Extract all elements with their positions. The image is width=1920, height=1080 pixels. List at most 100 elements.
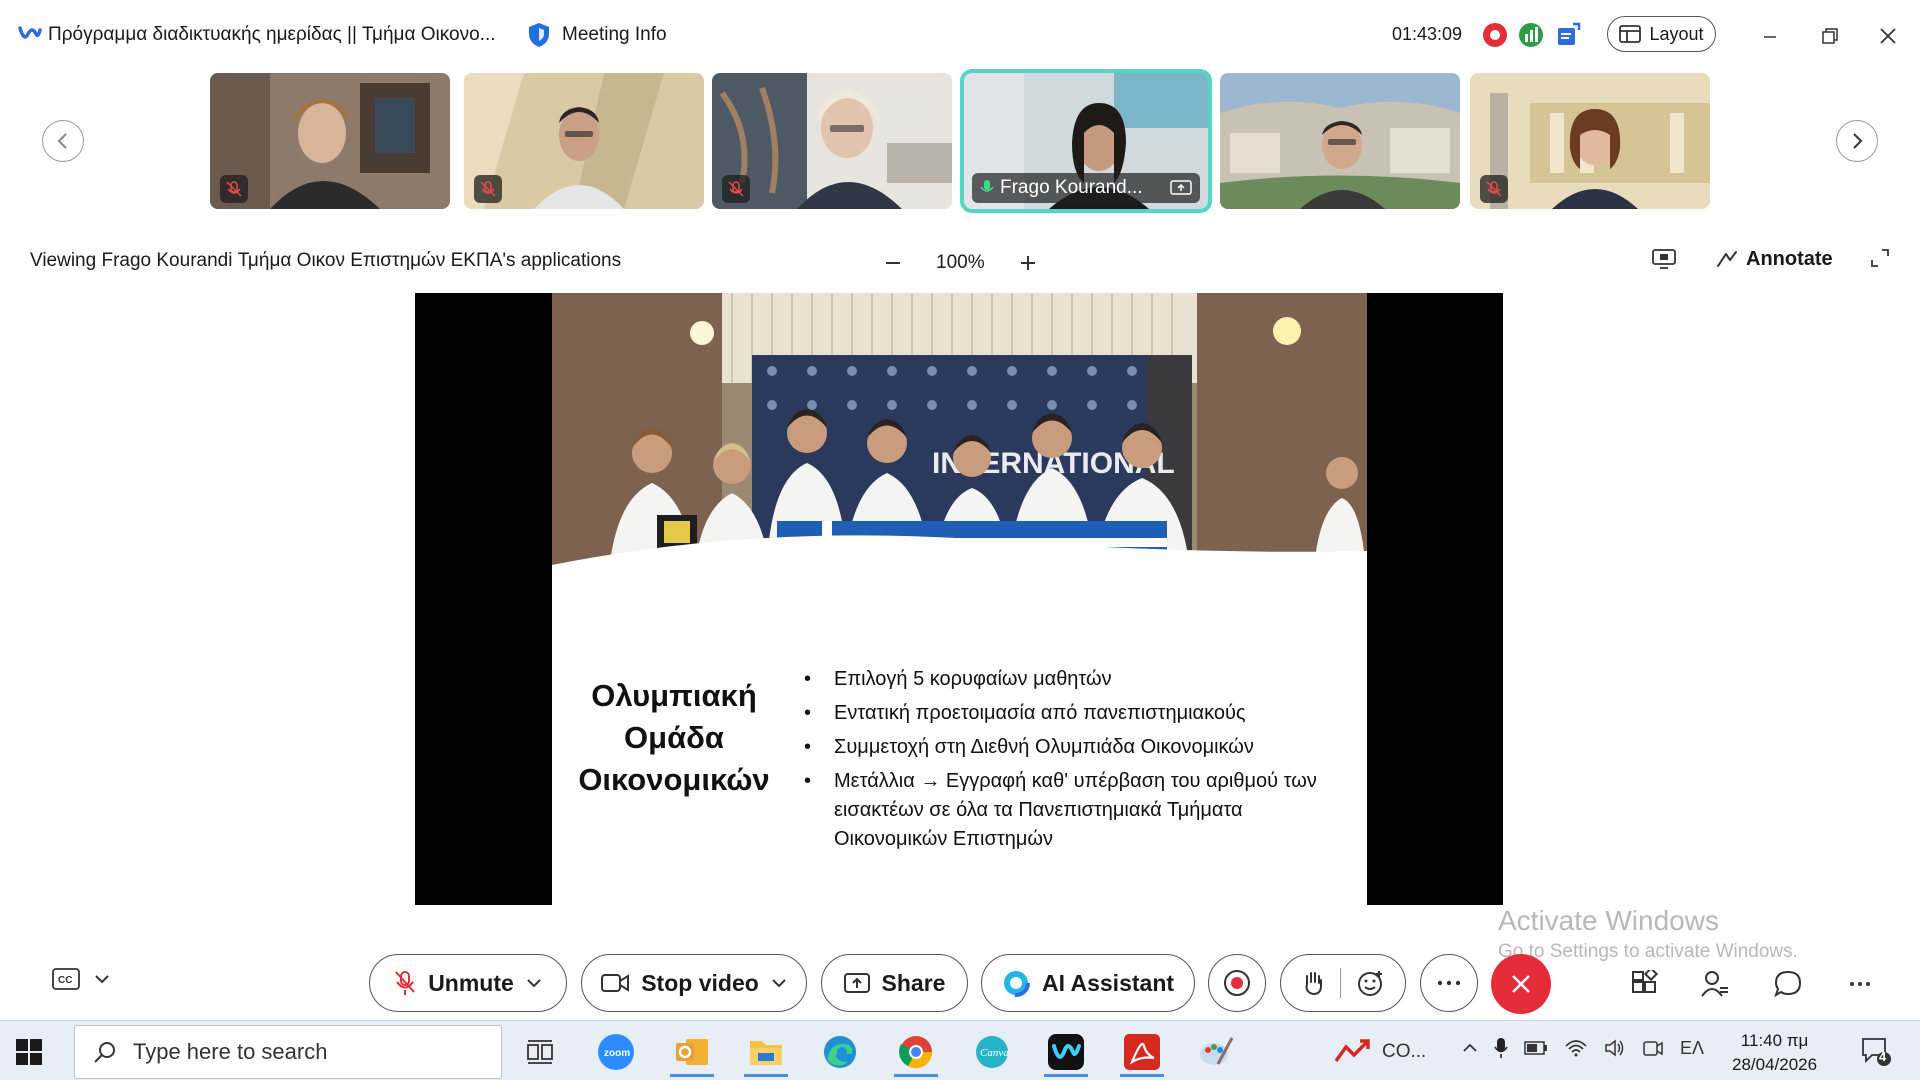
- slide-bullet: Εντατική προετοιμασία από πανεπιστημιακο…: [804, 699, 1349, 728]
- chart-trend-icon: [1334, 1039, 1370, 1063]
- slide-bullet-list: Επιλογή 5 κορυφαίων μαθητών Εντατική προ…: [804, 665, 1349, 859]
- chevron-up-icon[interactable]: [1462, 1043, 1478, 1053]
- share-button[interactable]: Share: [821, 954, 968, 1012]
- emoji-reaction-icon[interactable]: [1357, 969, 1385, 997]
- apps-icon: [1632, 970, 1659, 993]
- layout-button[interactable]: Layout: [1607, 16, 1716, 52]
- slide-bullet: Συμμετοχή στη Διεθνή Ολυμπιάδα Οικονομικ…: [804, 733, 1349, 762]
- file-explorer-icon[interactable]: [734, 1027, 798, 1077]
- canva-app-icon[interactable]: Canva: [960, 1027, 1024, 1077]
- pinned-item[interactable]: CO...: [1334, 1037, 1426, 1067]
- annotate-button[interactable]: Annotate: [1716, 248, 1833, 271]
- presentation-slide: INTERNATIONAL Ολυμπιακή Ομάδα Οικονομικώ…: [552, 293, 1367, 905]
- sharing-screen-icon: [1170, 180, 1192, 195]
- divider: [1339, 968, 1341, 998]
- next-participants-button[interactable]: [1836, 120, 1878, 162]
- minimize-button[interactable]: [1750, 18, 1790, 54]
- webex-app-icon[interactable]: [1034, 1027, 1098, 1077]
- unmute-button[interactable]: Unmute: [369, 954, 567, 1012]
- muted-mic-icon: [722, 175, 750, 203]
- zoom-controls: 100%: [880, 250, 1041, 276]
- chrome-browser-icon[interactable]: [884, 1027, 948, 1077]
- notification-icon: [1862, 1038, 1891, 1066]
- watermark-subtitle: Go to Settings to activate Windows.: [1498, 941, 1798, 962]
- participant-name-tag: Frago Kourand...: [972, 173, 1200, 203]
- shared-screen: INTERNATIONAL Ολυμπιακή Ομάδα Οικονομικώ…: [415, 293, 1503, 905]
- team-photo: INTERNATIONAL: [552, 293, 1367, 613]
- apps-button[interactable]: [1627, 966, 1663, 1002]
- stop-video-button[interactable]: Stop video: [581, 954, 807, 1012]
- slide-title: Ολυμπιακή Ομάδα Οικονομικών: [574, 675, 774, 801]
- participants-button[interactable]: [1697, 966, 1733, 1002]
- language-indicator[interactable]: ΕΛ: [1680, 1038, 1704, 1059]
- clock-date: 28/04/2026: [1732, 1055, 1818, 1074]
- wifi-icon[interactable]: [1564, 1038, 1588, 1058]
- chevron-down-icon[interactable]: [771, 978, 787, 988]
- network-stats-icon[interactable]: [1518, 22, 1544, 48]
- taskbar-clock[interactable]: 11:40 πμ 28/04/2026: [1732, 1029, 1817, 1077]
- participant-tile[interactable]: [1470, 73, 1710, 209]
- zoom-app-icon[interactable]: zoom: [584, 1027, 648, 1077]
- layout-label: Layout: [1649, 23, 1704, 44]
- active-speaker-tile[interactable]: Frago Kourand...: [960, 69, 1212, 213]
- stop-video-label: Stop video: [641, 969, 759, 996]
- fullscreen-button[interactable]: [1870, 248, 1890, 268]
- shield-icon: [529, 23, 549, 47]
- closed-captions-button[interactable]: CC: [52, 968, 110, 990]
- leave-meeting-button[interactable]: [1491, 954, 1551, 1014]
- microphone-icon[interactable]: [1494, 1037, 1508, 1059]
- edge-browser-icon[interactable]: [808, 1027, 872, 1077]
- participant-tile[interactable]: [712, 73, 952, 209]
- chevron-down-icon[interactable]: [526, 978, 542, 988]
- chevron-right-icon: [1853, 133, 1863, 149]
- more-icon: [1850, 982, 1870, 986]
- record-button[interactable]: [1208, 954, 1266, 1012]
- taskbar-search-box[interactable]: Type here to search: [74, 1025, 502, 1079]
- recording-status-icon[interactable]: [1482, 22, 1508, 48]
- restore-button[interactable]: [1810, 18, 1850, 54]
- notifications-button[interactable]: 4: [1860, 1035, 1892, 1067]
- remote-control-button[interactable]: [1652, 248, 1676, 270]
- chat-icon: [1774, 970, 1802, 998]
- participant-name: Frago Kourand...: [1000, 177, 1143, 198]
- close-icon: [1512, 975, 1530, 993]
- unmute-label: Unmute: [428, 969, 514, 996]
- battery-icon[interactable]: [1524, 1041, 1548, 1055]
- chevron-down-icon: [95, 975, 109, 984]
- ai-assistant-button[interactable]: AI Assistant: [981, 954, 1195, 1012]
- activate-windows-watermark: Activate Windows Go to Settings to activ…: [1498, 905, 1798, 963]
- close-window-button[interactable]: [1868, 18, 1908, 54]
- chat-button[interactable]: [1770, 966, 1806, 1002]
- meet-now-icon[interactable]: [1642, 1037, 1664, 1059]
- remote-screen-icon: [1652, 249, 1676, 269]
- slide-bullet: Επιλογή 5 κορυφαίων μαθητών: [804, 665, 1349, 694]
- webex-logo-icon: [18, 26, 42, 39]
- participant-tile[interactable]: [210, 73, 450, 209]
- more-options-button[interactable]: [1420, 954, 1478, 1012]
- notification-count: 4: [1879, 1049, 1887, 1064]
- paint-app-icon[interactable]: [1184, 1027, 1248, 1077]
- notes-icon[interactable]: [1555, 22, 1581, 48]
- chevron-left-icon: [57, 133, 67, 149]
- record-icon: [1224, 970, 1250, 996]
- svg-text:CC: CC: [58, 975, 72, 986]
- clock-time: 11:40 πμ: [1740, 1031, 1809, 1050]
- annotate-pen-icon: [1717, 250, 1737, 267]
- previous-participants-button[interactable]: [42, 120, 84, 162]
- zoom-out-button[interactable]: [880, 250, 906, 276]
- volume-icon[interactable]: [1604, 1038, 1626, 1058]
- outlook-app-icon[interactable]: [660, 1027, 724, 1077]
- task-view-icon[interactable]: [508, 1027, 572, 1077]
- pinned-item-label: CO...: [1382, 1041, 1427, 1062]
- participant-tile[interactable]: [464, 73, 704, 209]
- meeting-info-button[interactable]: Meeting Info: [528, 22, 667, 48]
- zoom-in-button[interactable]: [1015, 250, 1041, 276]
- more-panels-button[interactable]: [1842, 966, 1878, 1002]
- title-bar: Πρόγραμμα διαδικτυακής ημερίδας || Τμήμα…: [0, 0, 1920, 70]
- acrobat-app-icon[interactable]: [1110, 1027, 1174, 1077]
- windows-start-icon[interactable]: [16, 1039, 42, 1065]
- raise-hand-icon[interactable]: [1302, 970, 1324, 996]
- ai-assistant-label: AI Assistant: [1041, 969, 1175, 996]
- participant-tile[interactable]: [1220, 73, 1460, 209]
- mic-on-icon: [980, 180, 994, 192]
